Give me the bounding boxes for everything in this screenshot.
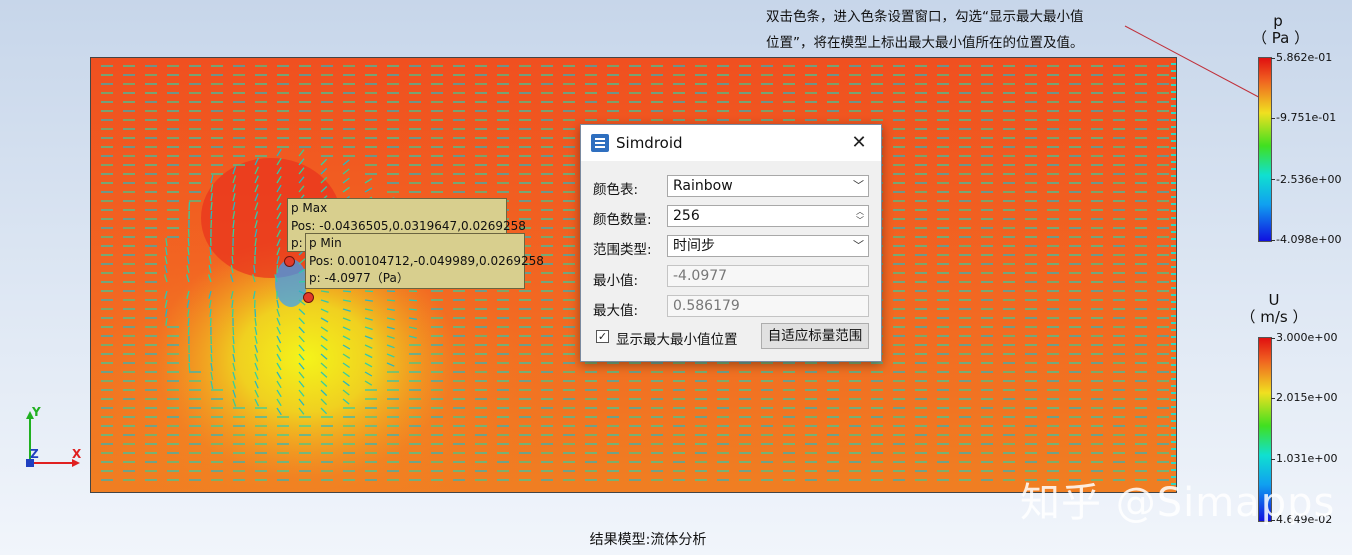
velocity-tick-0: 3.000e+00 <box>1276 331 1338 344</box>
velocity-tick-2: 1.031e+00 <box>1276 452 1338 465</box>
min-value-text: -4.0977 <box>673 268 728 284</box>
color-table-label: 颜色表: <box>593 182 639 198</box>
flow-arrow <box>188 201 191 211</box>
pressure-colorbar-title: p （ Pa ） <box>1252 12 1310 48</box>
flow-arrow <box>386 299 396 302</box>
velocity-colorbar-title: U （ m/s ） <box>1240 291 1308 327</box>
color-count-value: 256 <box>673 208 700 224</box>
flow-arrow <box>187 326 190 336</box>
flow-arrow <box>209 317 212 327</box>
min-tooltip-title: p Min <box>309 236 342 250</box>
color-table-value: Rainbow <box>673 178 733 194</box>
color-table-select[interactable]: Rainbow ﹀ <box>667 175 869 197</box>
max-value-label: 最大值: <box>593 303 639 319</box>
flow-arrow <box>254 308 257 318</box>
chevron-down-icon: ﹀ <box>853 239 864 252</box>
axis-x-label: X <box>72 447 82 461</box>
flow-arrow <box>231 308 234 318</box>
pressure-colorbar[interactable] <box>1258 57 1272 242</box>
status-caption: 结果模型:流体分析 <box>589 532 707 548</box>
show-minmax-label[interactable]: 显示最大最小值位置 <box>616 328 738 348</box>
max-value-field[interactable]: 0.586179 <box>667 295 869 317</box>
velocity-tick-1: 2.015e+00 <box>1276 391 1338 404</box>
flow-arrow <box>232 228 235 238</box>
fit-scalar-range-button[interactable]: 自适应标量范围 <box>761 323 869 349</box>
pressure-tick-0: 5.862e-01 <box>1276 51 1333 64</box>
flow-arrow <box>209 247 212 256</box>
axis-triad: Y Z X <box>18 405 88 475</box>
simdroid-app-icon <box>591 134 609 152</box>
range-type-label: 范围类型: <box>593 242 652 258</box>
dialog-title: Simdroid <box>616 134 683 152</box>
flow-arrow <box>254 246 257 256</box>
flow-arrow <box>187 228 190 238</box>
max-value-text: 0.586179 <box>673 298 740 314</box>
range-type-value: 时间步 <box>673 238 715 254</box>
velocity-colorbar-unit: （ m/s ） <box>1240 308 1308 326</box>
flow-arrow <box>342 290 352 293</box>
flow-arrow <box>210 210 213 220</box>
annotation-line-2: 位置”，将在模型上标出最大最小值所在的位置及值。 <box>766 35 1084 51</box>
range-type-select[interactable]: 时间步 ﹀ <box>667 235 869 257</box>
min-value-label: 最小值: <box>593 273 639 289</box>
spinner-arrows-icon[interactable]: ︿ ﹀ <box>855 207 865 225</box>
pressure-tick-2: -2.536e+00 <box>1276 173 1342 186</box>
flow-arrow <box>232 326 235 336</box>
flow-arrow <box>187 317 190 326</box>
watermark: 知乎 @Simapps <box>1020 480 1336 526</box>
min-tooltip-value: p: -4.0977（Pa） <box>309 271 409 285</box>
colorbar-settings-dialog: Simdroid ✕ 颜色表: Rainbow ﹀ 颜色数量: 256 ︿ ﹀ 范… <box>580 124 882 362</box>
annotation-text: 双击色条，进入色条设置窗口，勾选“显示最大最小值 位置”，将在模型上标出最大最小… <box>766 4 1146 56</box>
flow-arrow <box>210 344 213 354</box>
close-icon[interactable]: ✕ <box>847 131 871 155</box>
max-location-marker <box>284 256 295 267</box>
pressure-tick-1: -9.751e-01 <box>1276 111 1337 124</box>
flow-arrow <box>188 362 191 372</box>
color-count-label: 颜色数量: <box>593 212 652 228</box>
color-count-spinbox[interactable]: 256 ︿ ﹀ <box>667 205 869 227</box>
max-tooltip-title: p Max <box>291 201 328 215</box>
min-value-field[interactable]: -4.0977 <box>667 265 869 287</box>
axis-y-label: Y <box>32 405 41 419</box>
chevron-down-icon: ﹀ <box>853 179 864 192</box>
pressure-colorbar-unit: （ Pa ） <box>1252 29 1310 47</box>
dialog-titlebar[interactable]: Simdroid ✕ <box>581 125 881 161</box>
min-value-tooltip: p Min Pos: 0.00104712,-0.049989,0.026925… <box>305 233 544 289</box>
show-minmax-checkbox[interactable]: ✓ <box>596 330 609 343</box>
min-location-marker <box>303 292 314 303</box>
flow-arrow <box>364 290 374 293</box>
flow-arrow <box>408 299 418 302</box>
annotation-line-1: 双击色条，进入色条设置窗口，勾选“显示最大最小值 <box>766 9 1084 25</box>
flow-arrow <box>276 264 279 274</box>
flow-arrow <box>187 237 190 247</box>
min-tooltip-position: Pos: 0.00104712,-0.049989,0.0269258 <box>309 253 544 268</box>
axis-z-label: Z <box>30 447 39 461</box>
pressure-tick-3: -4.098e+00 <box>1276 233 1342 246</box>
